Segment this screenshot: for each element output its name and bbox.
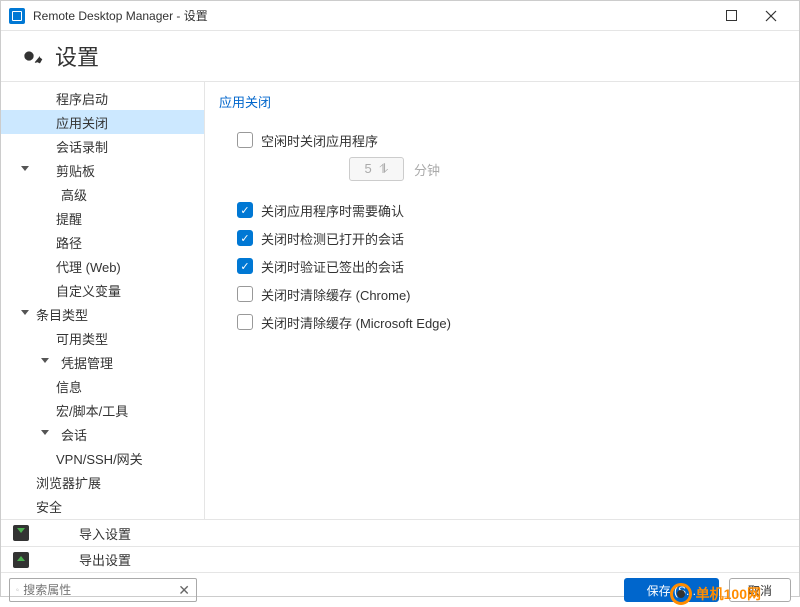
option-row-4: 关闭时清除缓存 (Chrome) (237, 283, 799, 305)
option-row-1: ✓ 关闭应用程序时需要确认 (237, 199, 799, 221)
option-row-2: ✓ 关闭时检测已打开的会话 (237, 227, 799, 249)
page-header: 设置 (1, 31, 799, 81)
cancel-button[interactable]: 取消 (729, 578, 791, 602)
section-title: 应用关闭 (219, 92, 799, 111)
sidebar-item-1[interactable]: 应用关闭 (1, 110, 204, 134)
option-label-2: 关闭时检测已打开的会话 (261, 229, 404, 248)
sidebar-item-11[interactable]: 凭据管理 (1, 350, 204, 374)
sidebar-item-15[interactable]: VPN/SSH/网关 (1, 446, 204, 470)
sidebar-item-4[interactable]: 高级 (1, 182, 204, 206)
sidebar-item-14[interactable]: 会话 (1, 422, 204, 446)
import-settings-button[interactable]: 导入设置 (1, 520, 799, 546)
checkbox-4[interactable] (237, 286, 253, 302)
export-settings-button[interactable]: 导出设置 (1, 546, 799, 572)
sidebar-item-2[interactable]: 会话录制 (1, 134, 204, 158)
maximize-button[interactable] (711, 2, 751, 30)
window-title: Remote Desktop Manager - 设置 (33, 7, 711, 24)
gear-icon (15, 42, 43, 70)
sidebar-item-5[interactable]: 提醒 (1, 206, 204, 230)
sidebar-item-16[interactable]: 浏览器扩展 (1, 470, 204, 494)
search-input[interactable] (23, 583, 178, 597)
checkbox-0[interactable] (237, 132, 253, 148)
page-title: 设置 (55, 40, 99, 72)
save-button[interactable]: 保存 (S... (624, 578, 719, 602)
clear-search-icon[interactable]: ✕ (178, 582, 190, 599)
option-label-5: 关闭时清除缓存 (Microsoft Edge) (261, 313, 451, 332)
option-label-3: 关闭时验证已签出的会话 (261, 257, 404, 276)
checkbox-1[interactable]: ✓ (237, 202, 253, 218)
search-box[interactable]: ✕ (9, 578, 197, 602)
idle-timeout-row: 5 ⥮ 分钟 (349, 157, 799, 181)
option-row-5: 关闭时清除缓存 (Microsoft Edge) (237, 311, 799, 333)
option-row-0: 空闲时关闭应用程序 (237, 129, 799, 151)
search-icon (16, 583, 19, 597)
export-label: 导出设置 (79, 550, 131, 569)
sidebar-item-3[interactable]: 剪贴板 (1, 158, 204, 182)
sidebar-item-13[interactable]: 宏/脚本/工具 (1, 398, 204, 422)
import-icon (13, 525, 29, 541)
sidebar-item-0[interactable]: 程序启动 (1, 86, 204, 110)
sidebar-item-7[interactable]: 代理 (Web) (1, 254, 204, 278)
titlebar: Remote Desktop Manager - 设置 (1, 1, 799, 31)
idle-timeout-spinner[interactable]: 5 ⥮ (349, 157, 404, 181)
settings-main: 应用关闭 空闲时关闭应用程序 5 ⥮ 分钟 ✓ 关闭应用程序时需要确认 ✓ 关闭时检测已打开… (205, 81, 799, 519)
option-label-1: 关闭应用程序时需要确认 (261, 201, 404, 220)
sidebar-item-12[interactable]: 信息 (1, 374, 204, 398)
export-icon (13, 552, 29, 568)
sidebar-item-6[interactable]: 路径 (1, 230, 204, 254)
import-export-section: 导入设置 导出设置 (1, 519, 799, 573)
import-label: 导入设置 (79, 524, 131, 543)
sidebar-item-10[interactable]: 可用类型 (1, 326, 204, 350)
settings-sidebar: 程序启动应用关闭会话录制剪贴板高级提醒路径代理 (Web)自定义变量条目类型可用… (1, 81, 205, 519)
checkbox-5[interactable] (237, 314, 253, 330)
checkbox-2[interactable]: ✓ (237, 230, 253, 246)
sidebar-item-9[interactable]: 条目类型 (1, 302, 204, 326)
close-button[interactable] (751, 2, 791, 30)
spinner-unit: 分钟 (414, 160, 440, 179)
footer: ✕ 保存 (S... 取消 单机100网 (1, 573, 799, 607)
option-label-0: 空闲时关闭应用程序 (261, 131, 378, 150)
checkbox-3[interactable]: ✓ (237, 258, 253, 274)
sidebar-item-8[interactable]: 自定义变量 (1, 278, 204, 302)
app-icon (9, 8, 25, 24)
sidebar-item-17[interactable]: 安全 (1, 494, 204, 518)
option-label-4: 关闭时清除缓存 (Chrome) (261, 285, 411, 304)
option-row-3: ✓ 关闭时验证已签出的会话 (237, 255, 799, 277)
